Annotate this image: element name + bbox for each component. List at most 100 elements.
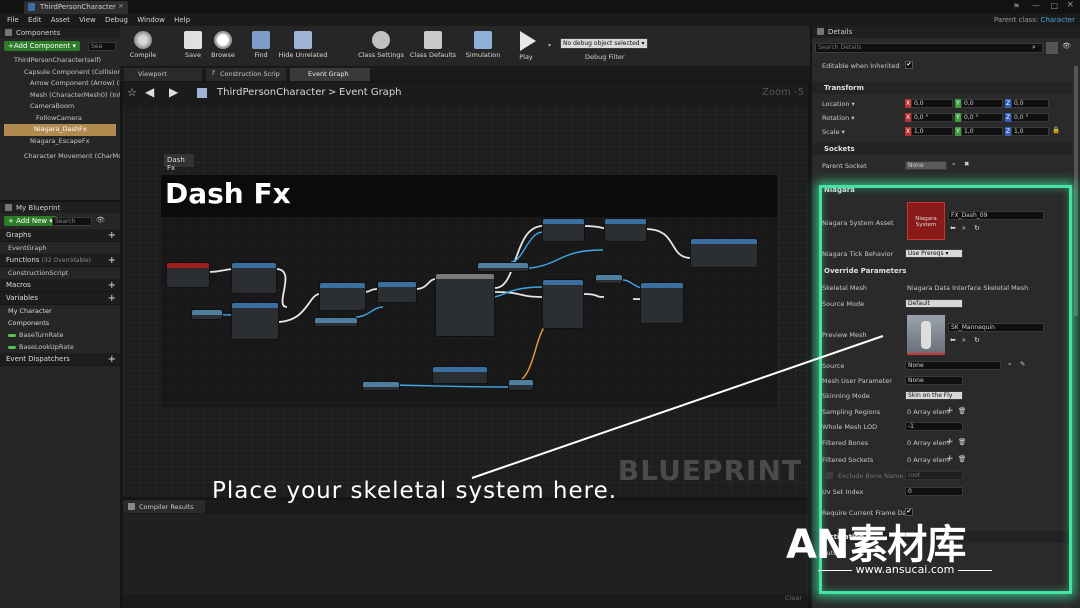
play-button[interactable]: Play xyxy=(506,26,546,66)
hide-unrelated-button[interactable]: Hide Unrelated xyxy=(278,26,328,66)
location-x-input[interactable]: 0,0 xyxy=(911,99,953,108)
rotation-y-input[interactable]: 0,0 ° xyxy=(961,113,1003,122)
variable-base-turn-rate[interactable]: BaseTurnRate xyxy=(0,329,120,341)
parent-class-link[interactable]: Character xyxy=(1040,16,1075,24)
category-components[interactable]: Components xyxy=(0,317,120,329)
rotation-z-input[interactable]: 0,0 ° xyxy=(1011,113,1049,122)
debug-object-select[interactable]: No debug object selected ▾ xyxy=(560,38,648,49)
scale-x-input[interactable]: 1,0 xyxy=(911,127,953,136)
close-window-icon[interactable]: × xyxy=(1066,0,1074,10)
category-my-character[interactable]: My Character xyxy=(0,305,120,317)
menu-view[interactable]: View xyxy=(79,14,96,26)
minimize-icon[interactable]: — xyxy=(1032,1,1040,10)
simulation-button[interactable]: Simulation xyxy=(460,26,506,66)
add-function-icon[interactable]: + xyxy=(108,254,116,267)
node-play-sound[interactable] xyxy=(232,263,276,293)
node-get-component[interactable] xyxy=(363,382,399,390)
scale-z-input[interactable]: 1,0 xyxy=(1011,127,1049,136)
rotation-x-input[interactable]: 0,0 ° xyxy=(911,113,953,122)
tree-item-arrow[interactable]: Arrow Component (Arrow) (Inh xyxy=(0,78,120,90)
item-event-graph[interactable]: EventGraph xyxy=(0,242,120,254)
star-icon[interactable]: ☆ xyxy=(127,86,137,99)
parent-socket-field[interactable]: None xyxy=(905,161,947,170)
item-construction-script[interactable]: ConstructionScript xyxy=(0,267,120,279)
tree-item-niagara-dashfx[interactable]: Niagara_DashFx xyxy=(4,124,116,136)
node-play-animation[interactable] xyxy=(641,283,683,323)
add-component-button[interactable]: +Add Component ▾ xyxy=(4,41,81,51)
search-icon[interactable]: ⌕ xyxy=(1032,43,1036,52)
add-dispatcher-icon[interactable]: + xyxy=(108,353,116,366)
scale-label[interactable]: Scale ▾ xyxy=(822,128,845,136)
tree-item-niagara-escapefx[interactable]: Niagara_EscapeFx xyxy=(0,136,120,148)
add-variable-icon[interactable]: + xyxy=(108,292,116,305)
section-graphs[interactable]: Graphs + xyxy=(0,229,120,242)
source-control-icon[interactable]: ⚑ xyxy=(1013,2,1020,11)
node-set-variable[interactable] xyxy=(433,367,487,383)
node-reroute[interactable] xyxy=(509,380,533,390)
node-character-movement-2[interactable] xyxy=(478,263,528,271)
section-sockets[interactable]: Sockets xyxy=(812,143,1072,155)
location-z-input[interactable]: 0,0 xyxy=(1011,99,1049,108)
tree-item-mesh[interactable]: Mesh (CharacterMesh0) (Inh xyxy=(0,90,120,102)
back-arrow-icon[interactable]: ◀ xyxy=(145,85,154,99)
compile-button[interactable]: Compile xyxy=(120,26,166,66)
menu-file[interactable]: File xyxy=(7,14,19,26)
maximize-icon[interactable]: □ xyxy=(1050,1,1058,10)
eye-icon[interactable]: 👁 xyxy=(96,216,105,224)
node-timeline[interactable] xyxy=(436,274,494,336)
tree-item-character-movement[interactable]: Character Movement (CharMo xyxy=(0,151,120,163)
menu-help[interactable]: Help xyxy=(174,14,190,26)
breadcrumb-root[interactable]: ThirdPersonCharacter xyxy=(217,87,325,98)
clear-button[interactable]: Clear xyxy=(785,594,802,602)
menu-asset[interactable]: Asset xyxy=(51,14,70,26)
section-functions[interactable]: Functions (32 Overridable) + xyxy=(0,254,120,267)
tab-viewport[interactable]: Viewport xyxy=(124,68,202,81)
tab-event-graph[interactable]: Event Graph xyxy=(290,68,370,81)
scale-y-input[interactable]: 1,0 xyxy=(961,127,1003,136)
node-set-max-walk-speed[interactable] xyxy=(378,282,416,302)
variable-base-look-up-rate[interactable]: BaseLookUpRate xyxy=(0,341,120,353)
tab-construction-script[interactable]: f Construction Scrip xyxy=(206,68,286,81)
editable-checkbox[interactable]: ✔ xyxy=(905,61,913,69)
details-search-input[interactable]: Search Details xyxy=(815,43,1043,53)
lock-icon[interactable]: 🔒 xyxy=(1052,126,1060,134)
node-set-max-acceleration[interactable] xyxy=(320,283,365,310)
event-graph-canvas[interactable]: Dash Fx Dash Fx BLUEPRINT xyxy=(123,82,808,497)
eye-icon[interactable]: 👁 xyxy=(1062,42,1071,50)
add-new-button[interactable]: + Add New ▾ xyxy=(4,216,57,226)
node-get-mesh[interactable] xyxy=(192,310,222,319)
node-set-max-acceleration-2[interactable] xyxy=(543,219,584,241)
menu-window[interactable]: Window xyxy=(137,14,165,26)
tree-item-capsule[interactable]: Capsule Component (CollisionCylinder) xyxy=(0,67,120,79)
node-set-max-walk-speed-2[interactable] xyxy=(605,219,646,241)
add-graph-icon[interactable]: + xyxy=(108,229,116,242)
details-scrollbar[interactable] xyxy=(1074,66,1078,316)
node-set-activate[interactable] xyxy=(691,239,757,267)
my-blueprint-search-input[interactable]: Search xyxy=(52,217,92,226)
components-search-input[interactable]: Sea xyxy=(88,42,116,51)
tab-third-person-character[interactable]: ThirdPersonCharacter × xyxy=(24,1,128,14)
class-defaults-button[interactable]: Class Defaults xyxy=(408,26,458,66)
search-socket-icon[interactable]: ⌕ xyxy=(952,160,956,169)
node-set-movement-mode[interactable] xyxy=(543,280,583,328)
menu-debug[interactable]: Debug xyxy=(105,14,128,26)
node-activate[interactable] xyxy=(232,303,278,339)
tree-item-followcamera[interactable]: FollowCamera xyxy=(0,113,120,125)
location-y-input[interactable]: 0,0 xyxy=(961,99,1003,108)
node-mesh-get[interactable] xyxy=(596,275,622,283)
location-label[interactable]: Location ▾ xyxy=(822,100,855,108)
rotation-label[interactable]: Rotation ▾ xyxy=(822,114,855,122)
forward-arrow-icon[interactable]: ▶ xyxy=(169,85,178,99)
close-icon[interactable]: × xyxy=(118,2,124,10)
clear-socket-icon[interactable]: ✖ xyxy=(964,160,969,168)
class-settings-button[interactable]: Class Settings xyxy=(356,26,406,66)
section-variables[interactable]: Variables + xyxy=(0,292,120,305)
menu-edit[interactable]: Edit xyxy=(28,14,42,26)
tree-item-cameraboom[interactable]: CameraBoom xyxy=(0,101,120,113)
tab-compiler-results[interactable]: Compiler Results xyxy=(123,500,205,513)
section-event-dispatchers[interactable]: Event Dispatchers + xyxy=(0,353,120,366)
section-macros[interactable]: Macros + xyxy=(0,279,120,292)
play-options-chevron-icon[interactable]: ▾ xyxy=(548,42,551,49)
node-character-movement[interactable] xyxy=(315,318,357,326)
node-input-action-dash[interactable] xyxy=(167,263,209,287)
